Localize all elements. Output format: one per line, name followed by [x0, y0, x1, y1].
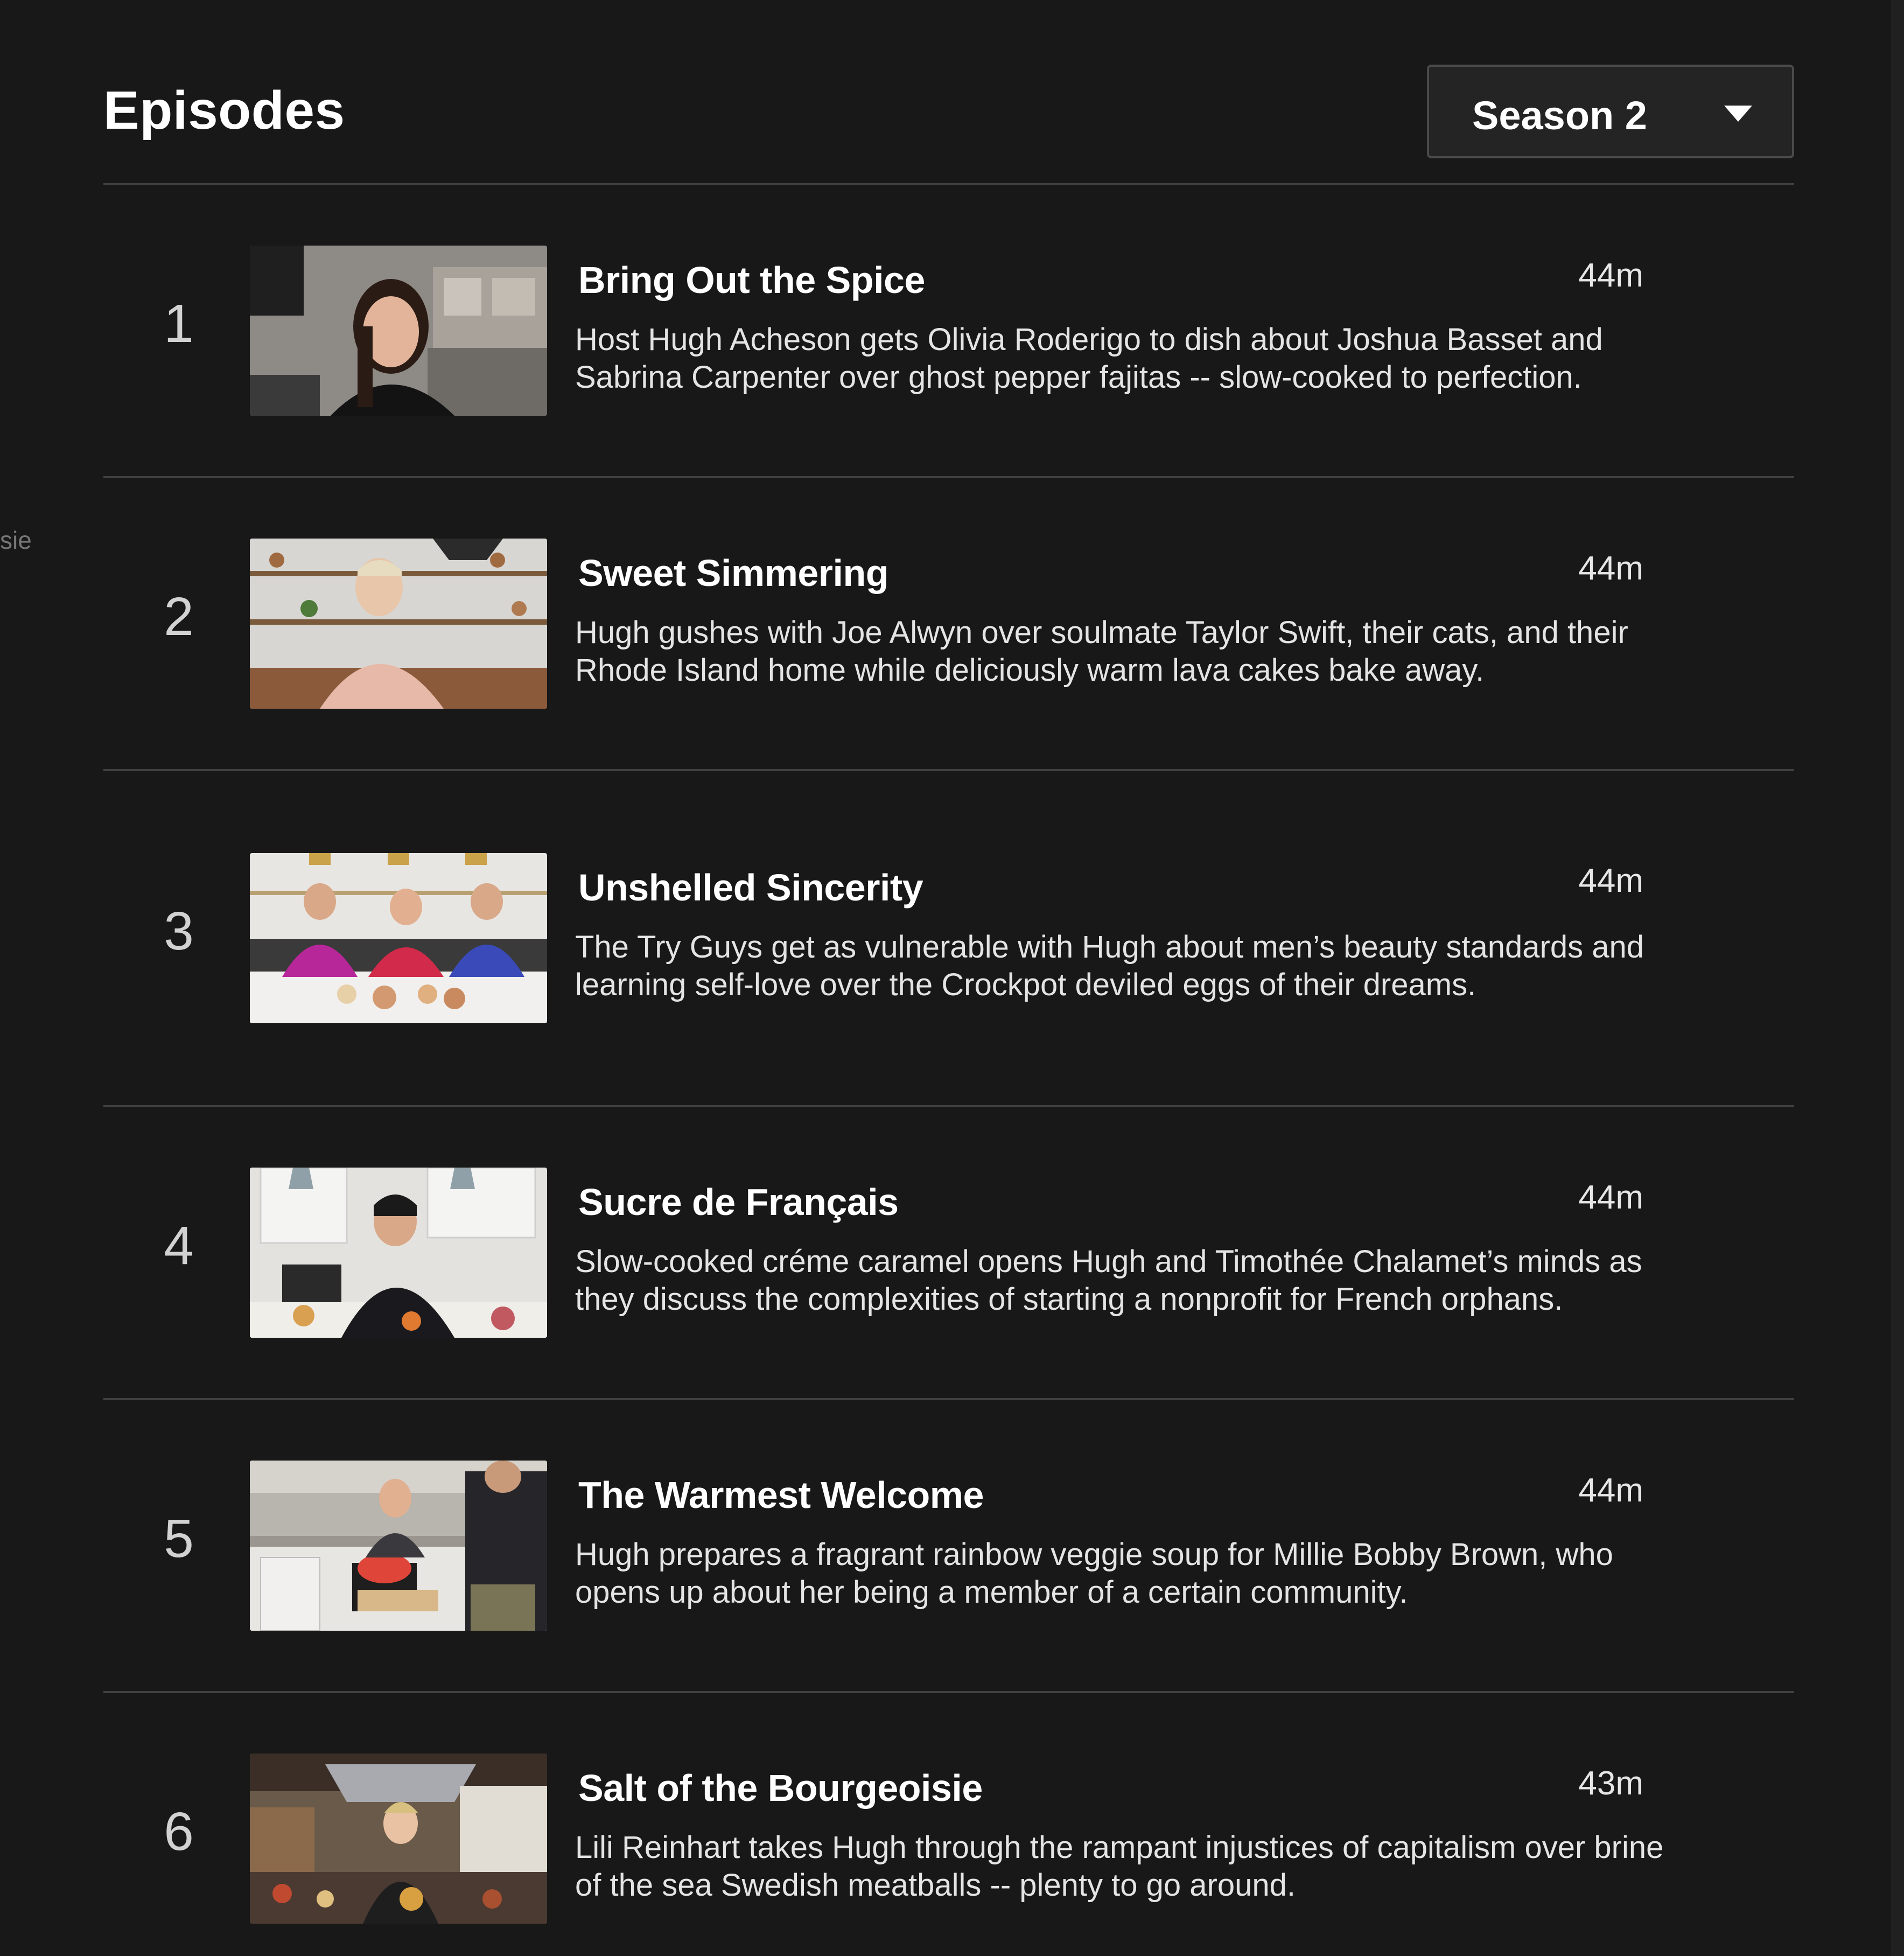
episode-row[interactable]: 4 Sucre de Français 44m Slow-cooked crém…	[103, 1107, 1794, 1400]
episode-thumbnail[interactable]	[250, 1754, 547, 1924]
episode-number: 3	[164, 901, 194, 961]
episode-title: Salt of the Bourgeoisie	[578, 1767, 983, 1809]
page-title: Episodes	[103, 80, 345, 141]
episode-title: Unshelled Sincerity	[578, 867, 923, 909]
episode-title: Sucre de Français	[578, 1181, 899, 1223]
episode-duration: 44m	[1578, 257, 1643, 294]
episode-number: 6	[164, 1801, 194, 1862]
episode-title: Sweet Simmering	[578, 552, 889, 594]
episode-duration: 44m	[1578, 1179, 1643, 1216]
episode-title: The Warmest Welcome	[578, 1474, 984, 1516]
episode-thumbnail[interactable]	[250, 853, 547, 1023]
episode-thumbnail[interactable]	[250, 539, 547, 709]
episode-number: 5	[164, 1508, 194, 1569]
episode-row[interactable]: 3 Unshelled Sincerity 44m The Try Guys g…	[103, 771, 1794, 1107]
episode-duration: 44m	[1578, 862, 1643, 899]
episode-title: Bring Out the Spice	[578, 259, 925, 301]
episode-duration: 44m	[1578, 550, 1643, 587]
episode-number: 4	[164, 1215, 194, 1276]
episode-description: Hugh gushes with Joe Alwyn over soulmate…	[575, 615, 1628, 688]
episode-description: Host Hugh Acheson gets Olivia Roderigo t…	[575, 322, 1603, 395]
episode-number: 2	[164, 586, 194, 647]
episode-thumbnail[interactable]	[250, 1168, 547, 1338]
season-dropdown-label: Season 2	[1472, 93, 1647, 138]
episode-duration: 44m	[1578, 1472, 1643, 1509]
scrollbar-track[interactable]	[1891, 0, 1904, 1956]
episode-row[interactable]: 2 Sweet Simmering 44m Hugh gushes with J…	[103, 478, 1794, 771]
episodes-page: sie Episodes Season 2 1 Bring Out the Sp…	[0, 0, 1904, 1956]
episode-thumbnail[interactable]	[250, 246, 547, 416]
episode-row[interactable]: 5 The Warmest Welcome 44m Hugh prepares …	[103, 1400, 1794, 1693]
episode-description: Lili Reinhart takes Hugh through the ram…	[575, 1830, 1664, 1903]
caret-down-icon	[1724, 106, 1752, 122]
episode-description: The Try Guys get as vulnerable with Hugh…	[575, 930, 1644, 1002]
side-text-fragment: sie	[0, 526, 32, 554]
episodes-header: Episodes Season 2	[103, 65, 1794, 162]
episode-number: 1	[164, 294, 194, 354]
episode-duration: 43m	[1578, 1765, 1643, 1802]
episode-row[interactable]: 6 Salt of the Bourgeoisie 43m Lili Reinh…	[103, 1693, 1794, 1956]
episode-description: Slow-cooked créme caramel opens Hugh and…	[575, 1244, 1642, 1317]
episode-list: 1 Bring Out the Spice 44m Host Hugh Ache…	[103, 183, 1794, 1956]
episode-row[interactable]: 1 Bring Out the Spice 44m Host Hugh Ache…	[103, 185, 1794, 478]
season-dropdown[interactable]: Season 2	[1427, 65, 1794, 158]
episode-description: Hugh prepares a fragrant rainbow veggie …	[575, 1537, 1613, 1610]
episode-thumbnail[interactable]	[250, 1461, 547, 1631]
